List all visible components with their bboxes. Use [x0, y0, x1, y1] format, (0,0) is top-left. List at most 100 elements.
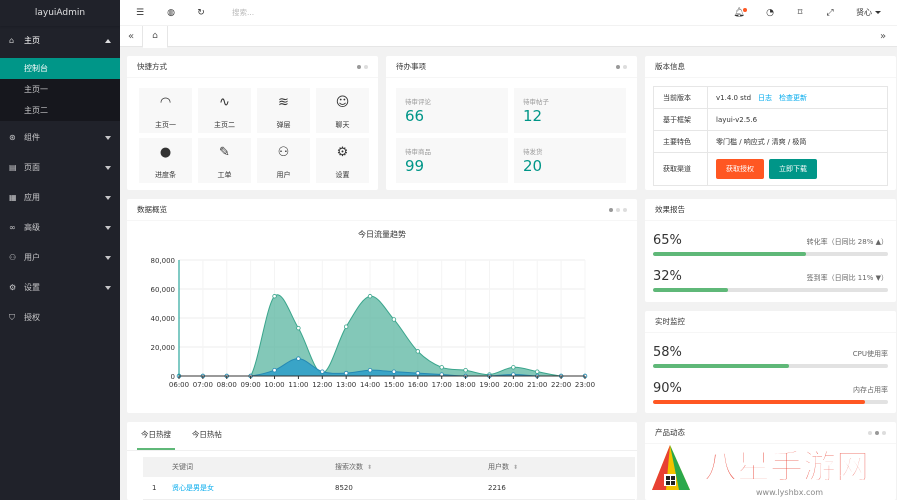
card-title: 版本信息	[655, 62, 685, 71]
quick-item-user[interactable]: ⚇ 用户	[257, 138, 310, 183]
data-point	[272, 367, 277, 373]
quick-item-ticket[interactable]: ✎ 工单	[198, 138, 251, 183]
gear-icon: ⚙	[336, 145, 349, 160]
version-value: 零门槛 / 响应式 / 清爽 / 极简	[707, 130, 888, 153]
get-license-button[interactable]: 获取授权	[716, 159, 764, 179]
user-menu[interactable]: 贤心	[856, 0, 881, 26]
data-point	[535, 369, 540, 374]
tabs-prev-icon[interactable]: «	[121, 26, 141, 47]
progress-label: 内存占用率	[853, 386, 888, 394]
todo-item[interactable]: 待审商品 99	[396, 138, 508, 183]
quick-item-progress[interactable]: ● 进度条	[139, 138, 192, 183]
tab-hot-search[interactable]: 今日热搜	[137, 422, 175, 450]
sidebar-item-component[interactable]: ⊛ 组件	[0, 123, 120, 153]
quick-item-set[interactable]: ⚙ 设置	[316, 138, 369, 183]
sidebar-item-user[interactable]: ⚇ 用户	[0, 243, 120, 273]
sidebar-subitem-home2[interactable]: 主页二	[0, 100, 120, 121]
refresh-icon[interactable]: ↻	[191, 0, 211, 26]
search-input[interactable]: 搜索...	[232, 7, 254, 18]
data-point	[343, 324, 349, 329]
todo-label: 待审评论	[405, 98, 431, 106]
carousel-indicator[interactable]	[613, 56, 627, 78]
progress-fill	[653, 288, 729, 292]
card-title: 产品动态	[655, 428, 685, 437]
row-users: 2216	[479, 477, 635, 500]
user-icon: ⚇	[277, 145, 290, 160]
menu-toggle-icon[interactable]: ☰	[130, 0, 150, 26]
tab-hot-posts[interactable]: 今日热帖	[188, 422, 226, 450]
carousel-indicator[interactable]	[606, 199, 627, 221]
app-logo[interactable]: layuiAdmin	[0, 0, 120, 26]
x-tick-label: 14:00	[360, 381, 380, 389]
data-point	[296, 356, 301, 361]
quick-item-home2[interactable]: ∿ 主页二	[198, 88, 251, 133]
card-header: 效果报告	[645, 199, 896, 221]
card-header: 待办事项	[386, 56, 637, 78]
column-count[interactable]: 搜索次数 ⬍	[326, 457, 479, 477]
sidebar-item-set[interactable]: ⚙ 设置	[0, 273, 120, 303]
sidebar-item-label: 页面	[24, 163, 40, 172]
quick-item-label: 设置	[335, 171, 350, 179]
x-tick-label: 13:00	[336, 381, 356, 389]
quick-item-chat[interactable]: ☺ 聊天	[316, 88, 369, 133]
row-keyword[interactable]: 贤心是男是女	[163, 477, 326, 500]
quick-item-layer[interactable]: ≋ 弹层	[257, 88, 310, 133]
card-title: 快捷方式	[137, 62, 167, 71]
x-tick-label: 18:00	[455, 381, 475, 389]
notification-dot	[743, 8, 747, 12]
todo-item[interactable]: 待审帖子 12	[514, 88, 626, 133]
todo-item[interactable]: 待审评论 66	[396, 88, 508, 133]
sidebar-item-senior[interactable]: ∞ 高级	[0, 213, 120, 243]
tab-home[interactable]: ⌂	[142, 26, 168, 48]
overview-card: 数据概览 今日流量趋势 0 20,000 40,000 60,000 80,000 06:0…	[127, 199, 637, 413]
chevron-down-icon	[105, 136, 111, 140]
sort-icon[interactable]: ⬍	[367, 464, 372, 471]
bell-icon[interactable]: 🔔︎	[729, 0, 749, 26]
sidebar-item-page[interactable]: ▤ 页面	[0, 153, 120, 183]
column-users[interactable]: 用户数 ⬍	[479, 457, 635, 477]
card-header: 快捷方式	[127, 56, 378, 78]
tag-icon[interactable]: ⌑	[790, 0, 810, 26]
tabs-next-icon[interactable]: »	[873, 26, 893, 47]
version-key: 基于框架	[653, 108, 708, 131]
column-keyword: 关键词	[163, 457, 326, 477]
todo-card: 待办事项 待审评论 66 待审帖子 12 待审商品 99 待发货 20	[386, 56, 637, 190]
sidebar-subitem-console[interactable]: 控制台	[0, 58, 120, 79]
changelog-link[interactable]: 日志	[758, 94, 772, 102]
todo-value: 20	[523, 157, 543, 175]
realtime-monitor-card: 实时监控 58% CPU使用率 90% 内存占用率	[645, 311, 896, 413]
carousel-indicator[interactable]	[354, 56, 368, 78]
sort-icon[interactable]: ⬍	[513, 464, 518, 471]
card-header: 版本信息	[645, 56, 896, 78]
series-area	[179, 294, 585, 376]
x-tick-label: 20:00	[503, 381, 523, 389]
sidebar-submenu: 控制台 主页一 主页二	[0, 58, 120, 121]
compass-icon: ●	[159, 145, 172, 160]
sidebar-item-auz[interactable]: ⛉ 授权	[0, 303, 120, 333]
keyword-link[interactable]: 贤心是男是女	[172, 484, 214, 492]
x-tick-label: 09:00	[241, 381, 261, 389]
home-icon: ⌂	[9, 36, 15, 45]
theme-icon[interactable]: ◔	[760, 0, 780, 26]
quick-item-home1[interactable]: ◠ 主页一	[139, 88, 192, 133]
todo-item[interactable]: 待发货 20	[514, 138, 626, 183]
data-point	[391, 369, 397, 374]
progress-label: CPU使用率	[852, 350, 888, 358]
quick-item-label: 进度条	[155, 171, 176, 179]
quick-item-label: 工单	[217, 171, 232, 179]
check-update-link[interactable]: 检查更新	[779, 94, 807, 102]
sidebar-item-home[interactable]: ⌂ 主页	[0, 26, 120, 55]
y-tick-label: 80,000	[151, 257, 176, 265]
sidebar-item-app[interactable]: ▦ 应用	[0, 183, 120, 213]
fullscreen-icon[interactable]: ⤢	[820, 0, 840, 26]
globe-icon[interactable]: ◍	[161, 0, 181, 26]
sidebar-subitem-home1[interactable]: 主页一	[0, 79, 120, 100]
column-label: 搜索次数	[335, 463, 363, 471]
progress-label: 转化率（日同比 28% ▲）	[806, 238, 888, 246]
download-button[interactable]: 立即下载	[769, 159, 817, 179]
x-tick-label: 21:00	[527, 381, 547, 389]
progress-track	[653, 252, 888, 256]
shield-icon: ⛉	[9, 313, 15, 322]
app-icon: ▦	[9, 193, 17, 202]
gear-icon: ⚙	[9, 283, 17, 292]
